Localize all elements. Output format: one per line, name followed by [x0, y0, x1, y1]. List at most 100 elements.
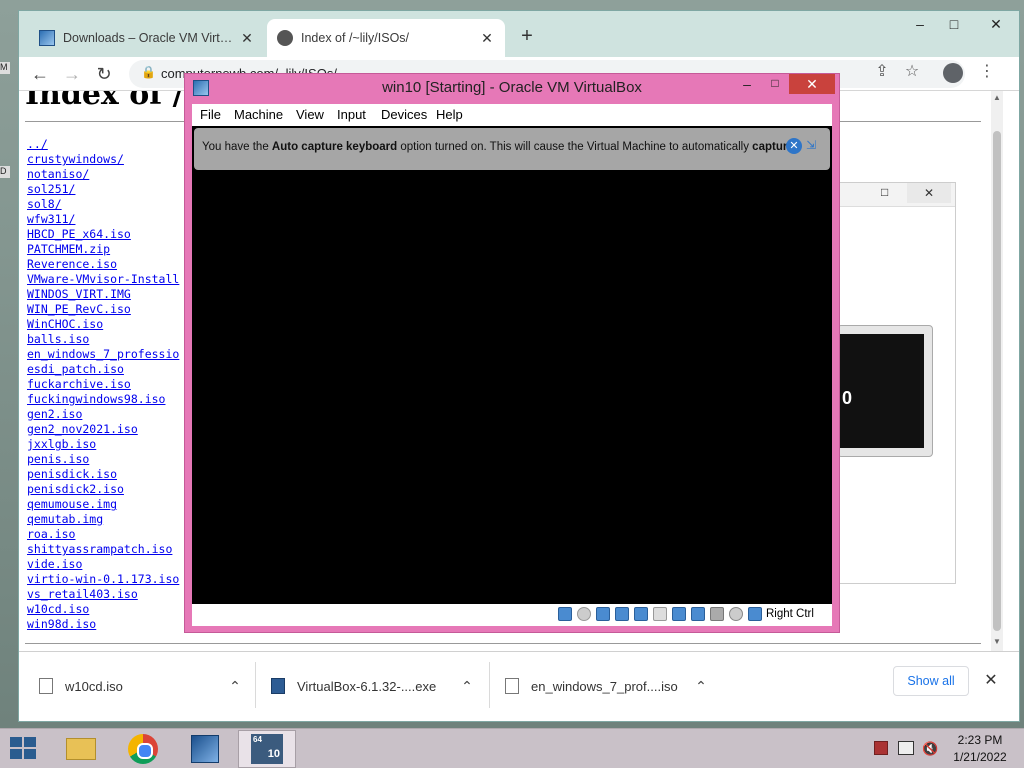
- shared-folder-icon[interactable]: [653, 607, 667, 621]
- new-tab-button[interactable]: +: [515, 25, 539, 48]
- menu-input[interactable]: Input: [337, 107, 366, 122]
- back-arrow-icon[interactable]: ←: [27, 61, 53, 87]
- mouse-integration-icon[interactable]: [729, 607, 743, 621]
- lock-icon[interactable]: 🔒: [141, 65, 156, 79]
- display-icon[interactable]: [672, 607, 686, 621]
- page-scrollbar[interactable]: ▲ ▼: [991, 91, 1003, 651]
- file-link[interactable]: wfw311/: [27, 212, 75, 226]
- file-link[interactable]: shittyassrampatch.iso: [27, 542, 172, 556]
- download-name[interactable]: w10cd.iso: [65, 679, 225, 694]
- file-link[interactable]: virtio-win-0.1.173.iso: [27, 572, 179, 586]
- hard-disk-icon[interactable]: [558, 607, 572, 621]
- taskbar-vm-win10[interactable]: 64 10: [238, 730, 296, 768]
- action-center-flag-icon[interactable]: [874, 741, 888, 755]
- virtualbox-manager-window[interactable]: □ ✕ 0: [836, 182, 956, 584]
- network-icon[interactable]: [898, 741, 914, 755]
- file-link[interactable]: HBCD_PE_x64.iso: [27, 227, 131, 241]
- maximize-button[interactable]: □: [765, 76, 785, 90]
- recording-icon[interactable]: [691, 607, 705, 621]
- chevron-up-icon[interactable]: ⌃: [457, 678, 477, 695]
- file-link[interactable]: PATCHMEM.zip: [27, 242, 110, 256]
- file-link[interactable]: penisdick.iso: [27, 467, 117, 481]
- file-link[interactable]: ../: [27, 137, 48, 151]
- vm-titlebar[interactable]: win10 [Starting] - Oracle VM VirtualBox …: [185, 74, 839, 102]
- desktop-edge-icon[interactable]: M: [0, 62, 10, 74]
- chevron-up-icon[interactable]: ⌃: [691, 678, 711, 695]
- close-icon[interactable]: ✕: [981, 670, 1001, 690]
- tab-downloads[interactable]: Downloads – Oracle VM VirtualBox ✕: [29, 19, 265, 57]
- notice-close-icon[interactable]: ✕: [786, 138, 802, 154]
- tab-index[interactable]: Index of /~lily/ISOs/ ✕: [267, 19, 505, 57]
- file-link[interactable]: gen2.iso: [27, 407, 82, 421]
- audio-icon[interactable]: [596, 607, 610, 621]
- forward-arrow-icon[interactable]: →: [59, 61, 85, 87]
- minimize-button[interactable]: –: [903, 13, 937, 35]
- download-item[interactable]: w10cd.iso ⌃: [39, 666, 245, 706]
- file-link[interactable]: VMware-VMvisor-Install: [27, 272, 179, 286]
- menu-machine[interactable]: Machine: [234, 107, 283, 122]
- taskbar-chrome[interactable]: [114, 730, 172, 768]
- bookmark-star-icon[interactable]: ☆: [901, 61, 923, 81]
- cpu-icon[interactable]: [710, 607, 724, 621]
- file-link[interactable]: roa.iso: [27, 527, 75, 541]
- close-button[interactable]: ✕: [789, 74, 835, 94]
- taskbar-virtualbox[interactable]: [176, 730, 234, 768]
- file-link[interactable]: WINDOS_VIRT.IMG: [27, 287, 131, 301]
- file-link[interactable]: crustywindows/: [27, 152, 124, 166]
- notice-dismiss-icon[interactable]: ⇲: [806, 138, 816, 152]
- download-name[interactable]: VirtualBox-6.1.32-....exe: [297, 679, 457, 694]
- scroll-thumb[interactable]: [993, 131, 1001, 631]
- taskbar-file-explorer[interactable]: [52, 730, 110, 768]
- download-item[interactable]: VirtualBox-6.1.32-....exe ⌃: [271, 666, 477, 706]
- clock-time[interactable]: 2:23 PM: [944, 733, 1016, 747]
- keyboard-capture-icon[interactable]: [748, 607, 762, 621]
- file-link[interactable]: WIN_PE_RevC.iso: [27, 302, 131, 316]
- file-link[interactable]: fuckarchive.iso: [27, 377, 131, 391]
- clock-date[interactable]: 1/21/2022: [944, 750, 1016, 764]
- network-icon[interactable]: [615, 607, 629, 621]
- usb-icon[interactable]: [634, 607, 648, 621]
- desktop-edge-icon[interactable]: D: [0, 166, 10, 178]
- profile-avatar-icon[interactable]: [943, 63, 963, 83]
- windows-start-icon[interactable]: [10, 737, 38, 761]
- download-name[interactable]: en_windows_7_prof....iso: [531, 679, 691, 694]
- menu-view[interactable]: View: [296, 107, 324, 122]
- close-button[interactable]: ✕: [907, 183, 951, 203]
- scroll-up-icon[interactable]: ▲: [991, 93, 1003, 105]
- chevron-up-icon[interactable]: ⌃: [225, 678, 245, 695]
- show-all-button[interactable]: Show all: [893, 666, 969, 696]
- file-link[interactable]: esdi_patch.iso: [27, 362, 124, 376]
- tab-close-icon[interactable]: ✕: [479, 30, 495, 47]
- file-link[interactable]: jxxlgb.iso: [27, 437, 96, 451]
- menu-devices[interactable]: Devices: [381, 107, 427, 122]
- file-link[interactable]: notaniso/: [27, 167, 89, 181]
- vm-display[interactable]: You have the Auto capture keyboard optio…: [192, 126, 832, 604]
- tab-close-icon[interactable]: ✕: [239, 30, 255, 47]
- menu-file[interactable]: File: [200, 107, 221, 122]
- file-link[interactable]: balls.iso: [27, 332, 89, 346]
- maximize-button[interactable]: □: [881, 185, 888, 199]
- file-link[interactable]: gen2_nov2021.iso: [27, 422, 138, 436]
- file-link[interactable]: penisdick2.iso: [27, 482, 124, 496]
- file-link[interactable]: qemutab.img: [27, 512, 103, 526]
- file-link[interactable]: penis.iso: [27, 452, 89, 466]
- maximize-button[interactable]: □: [937, 13, 971, 35]
- file-link[interactable]: sol8/: [27, 197, 62, 211]
- file-link[interactable]: en_windows_7_professio: [27, 347, 179, 361]
- menu-kebab-icon[interactable]: ⋮: [977, 61, 997, 81]
- file-link[interactable]: w10cd.iso: [27, 602, 89, 616]
- share-icon[interactable]: ⇪: [871, 61, 893, 81]
- optical-drive-icon[interactable]: [577, 607, 591, 621]
- close-button[interactable]: ✕: [973, 13, 1019, 35]
- minimize-button[interactable]: –: [737, 76, 757, 92]
- file-link[interactable]: vide.iso: [27, 557, 82, 571]
- volume-muted-icon[interactable]: 🔇: [922, 741, 938, 757]
- menu-help[interactable]: Help: [436, 107, 463, 122]
- file-link[interactable]: Reverence.iso: [27, 257, 117, 271]
- scroll-down-icon[interactable]: ▼: [991, 637, 1003, 649]
- file-link[interactable]: sol251/: [27, 182, 75, 196]
- file-link[interactable]: vs_retail403.iso: [27, 587, 138, 601]
- file-link[interactable]: fuckingwindows98.iso: [27, 392, 165, 406]
- file-link[interactable]: WinCHOC.iso: [27, 317, 103, 331]
- download-item[interactable]: en_windows_7_prof....iso ⌃: [505, 666, 711, 706]
